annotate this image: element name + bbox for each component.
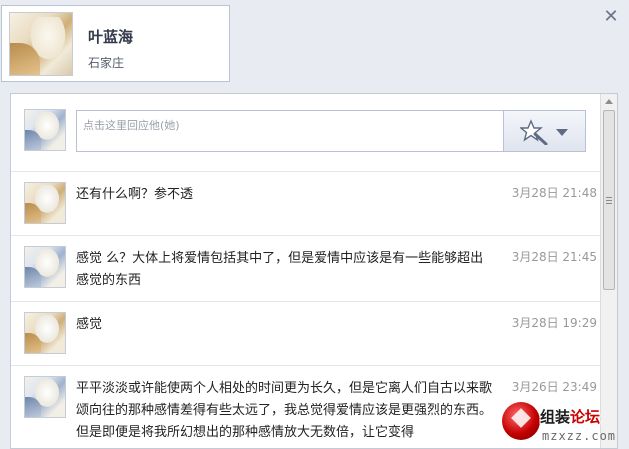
message-time: 3月28日 21:48 <box>511 186 597 200</box>
watermark-title-a: 组装 <box>540 408 571 426</box>
message-time: 3月26日 23:49 <box>511 380 597 394</box>
watermark-site: mzxzz.com <box>542 429 617 443</box>
message-avatar[interactable] <box>24 376 66 418</box>
message-item: 感觉 么？大体上将爱情包括其中了，但是爱情中应该是有一些能够超出感觉的东西 3月… <box>11 236 601 302</box>
watermark-title-b: 论坛 <box>570 408 601 426</box>
grip-icon <box>606 197 612 204</box>
scrollbar[interactable] <box>600 94 617 448</box>
message-text: 感觉 么？大体上将爱情包括其中了，但是爱情中应该是有一些能够超出感觉的东西 <box>76 251 484 288</box>
message-time: 3月28日 21:45 <box>511 250 597 264</box>
magic-wand-star-icon <box>520 119 548 145</box>
close-icon: ✕ <box>603 6 619 27</box>
watermark-logo-icon <box>502 402 540 440</box>
my-avatar <box>24 109 66 151</box>
profile-card[interactable]: 叶蓝海 石家庄 <box>1 5 230 82</box>
scroll-up-arrow-icon[interactable] <box>605 99 613 104</box>
message-avatar[interactable] <box>24 312 66 354</box>
message-time: 3月28日 19:29 <box>511 316 597 330</box>
message-item: 还有什么啊？参不透 3月28日 21:48 <box>11 172 601 236</box>
profile-location: 石家庄 <box>88 56 125 70</box>
message-text: 感觉 <box>76 317 103 332</box>
scroll-thumb[interactable] <box>603 110 615 290</box>
messages-panel: 还有什么啊？参不透 3月28日 21:48 感觉 么？大体上将爱情包括其中了，但… <box>10 93 618 449</box>
site-watermark: 组装论坛 mzxzz.com <box>500 400 629 449</box>
message-avatar[interactable] <box>24 246 66 288</box>
close-button[interactable]: ✕ <box>602 7 620 27</box>
profile-name[interactable]: 叶蓝海 <box>88 26 133 47</box>
message-avatar[interactable] <box>24 182 66 224</box>
watermark-title: 组装论坛 <box>540 406 600 427</box>
reply-input[interactable] <box>76 110 504 152</box>
chevron-down-icon <box>556 129 568 136</box>
message-text: 平平淡淡或许能使两个人相处的时间更为长久，但是它离人们自古以来歌颂向往的那种感情… <box>76 381 493 440</box>
reply-row <box>11 94 601 172</box>
message-window: 叶蓝海 石家庄 ✕ 还有什么啊？参不透 3月28日 21:48 感觉 么？大体上 <box>0 0 629 449</box>
profile-avatar[interactable] <box>9 12 73 76</box>
emote-picker-button[interactable] <box>504 110 586 152</box>
message-item: 感觉 3月28日 19:29 <box>11 302 601 366</box>
message-text: 还有什么啊？参不透 <box>76 187 194 202</box>
